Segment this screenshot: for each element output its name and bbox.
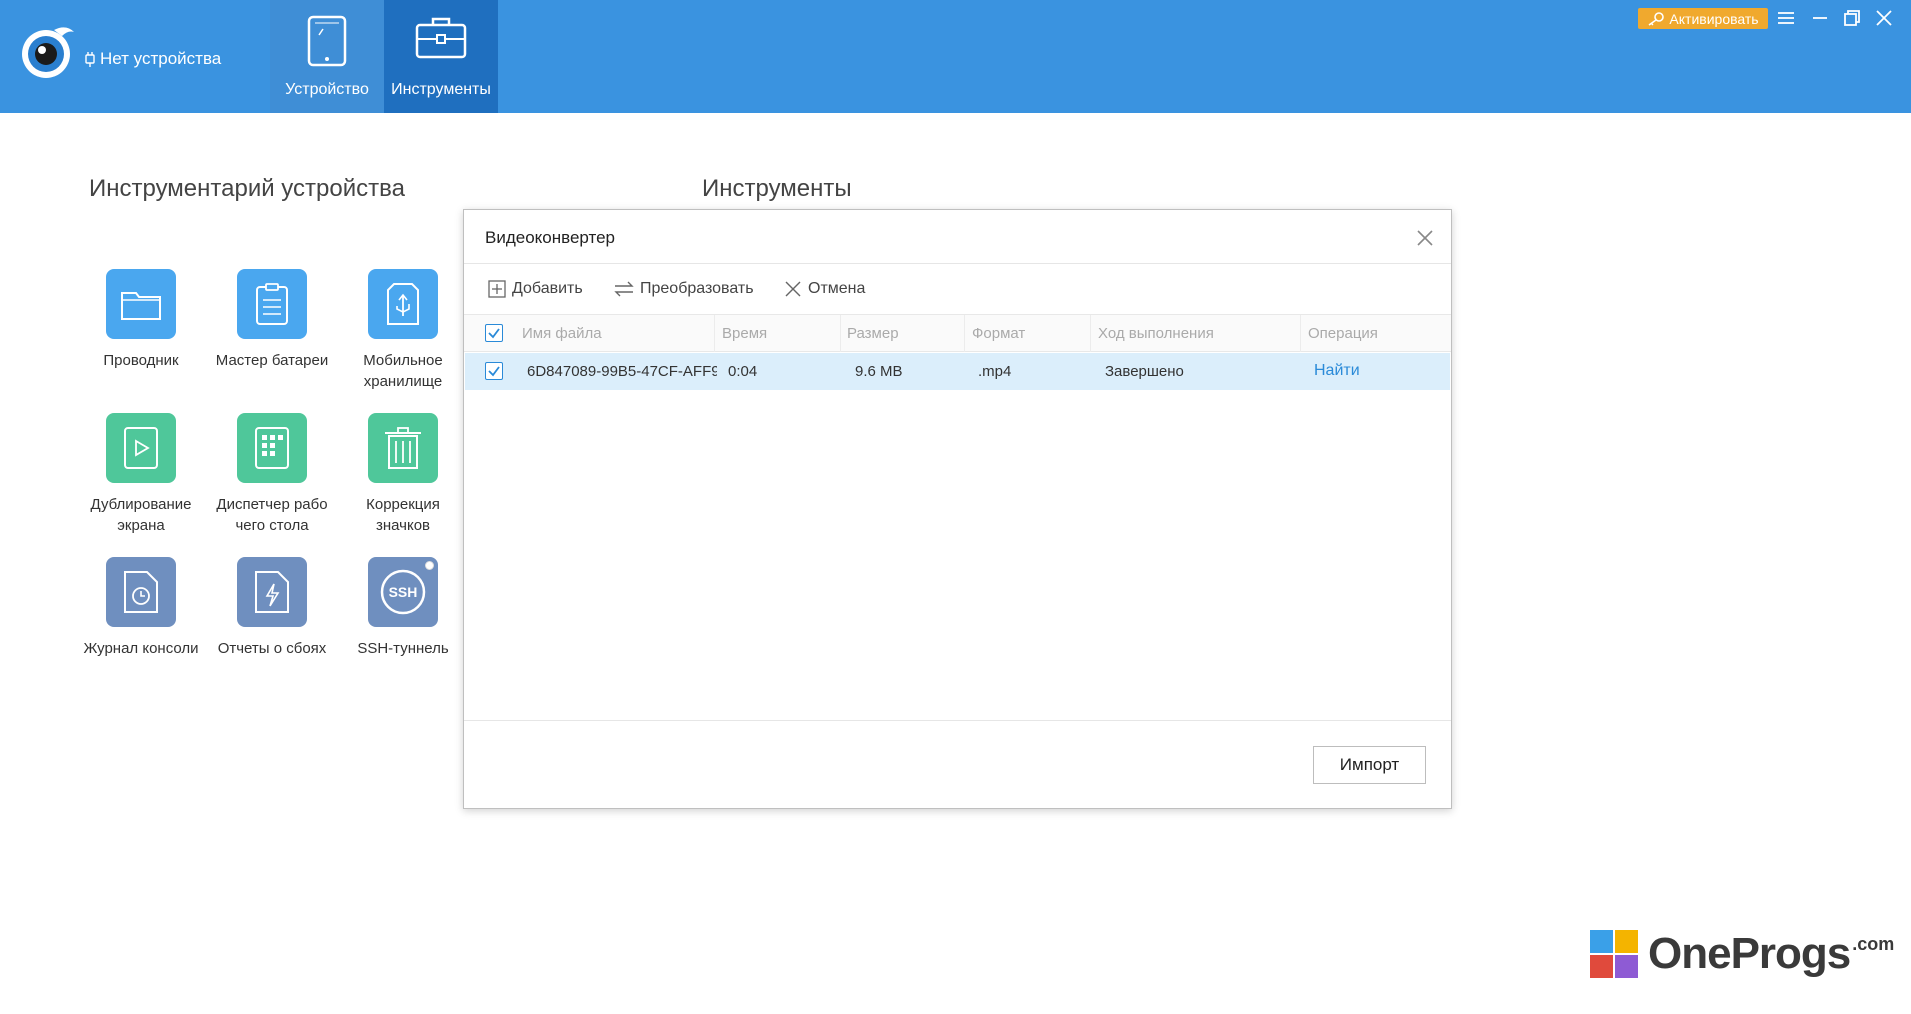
column-header[interactable]: Операция: [1308, 325, 1378, 342]
table-header: Имя файла Время Размер Формат Ход выполн…: [464, 314, 1451, 352]
ssh-icon: SSH: [368, 557, 438, 627]
tool-explorer[interactable]: Проводник: [76, 269, 206, 371]
checkmark-icon: [488, 366, 500, 377]
watermark-suffix: .com: [1852, 934, 1895, 954]
convert-button[interactable]: Преобразовать: [614, 280, 754, 298]
key-icon: [1648, 11, 1665, 26]
cell-format: .mp4: [978, 363, 1012, 380]
column-divider: [714, 315, 715, 352]
tool-console-log[interactable]: Журнал консоли: [76, 557, 206, 659]
cell-progress: Завершено: [1105, 363, 1184, 380]
app-logo-icon: [18, 22, 78, 82]
grid-icon: [237, 413, 307, 483]
cancel-button[interactable]: Отмена: [784, 280, 865, 298]
column-divider: [964, 315, 965, 352]
dialog-close-button[interactable]: [1415, 228, 1435, 248]
svg-text:SSH: SSH: [389, 584, 418, 600]
activate-label: Активировать: [1669, 10, 1759, 27]
tool-label: Дублирование экрана: [90, 496, 192, 534]
tool-desktop-manager[interactable]: Диспетчер рабо чего стола: [207, 413, 337, 536]
tab-device[interactable]: Устройство: [270, 0, 384, 113]
close-window-button[interactable]: [1872, 6, 1896, 30]
title-bar: Нет устройства Устройство Инструменты Ак…: [0, 0, 1911, 113]
tablet-icon: [307, 15, 347, 67]
tool-crash-reports[interactable]: Отчеты о сбоях: [207, 557, 337, 659]
column-divider: [1090, 315, 1091, 352]
tools-title: Инструменты: [702, 175, 852, 202]
restore-button[interactable]: [1840, 6, 1864, 30]
tool-mobile-storage[interactable]: Мобильное хранилище: [338, 269, 468, 392]
folder-icon: [106, 269, 176, 339]
cell-time: 0:04: [728, 363, 758, 380]
minimize-icon: [1813, 17, 1827, 19]
activate-button[interactable]: Активировать: [1638, 8, 1768, 29]
column-header[interactable]: Имя файла: [522, 325, 602, 342]
cell-filename: 6D847089-99B5-47CF-AFF9-: [527, 363, 717, 380]
tab-tools[interactable]: Инструменты: [384, 0, 498, 113]
clock-file-icon: [106, 557, 176, 627]
tool-label: Проводник: [103, 352, 179, 369]
tool-label: Журнал консоли: [83, 640, 199, 657]
select-all-checkbox[interactable]: [485, 324, 503, 342]
watermark-text: OneProgs: [1648, 929, 1851, 978]
tab-tools-label: Инструменты: [391, 81, 491, 98]
column-header[interactable]: Время: [722, 325, 767, 342]
trash-icon: [368, 413, 438, 483]
checkmark-icon: [488, 328, 500, 339]
column-header[interactable]: Размер: [847, 325, 899, 342]
divider: [464, 720, 1451, 721]
video-converter-dialog: Видеоконвертер Добавить Преобразовать От…: [463, 209, 1452, 809]
device-status-label: Нет устройства: [100, 49, 222, 68]
column-header[interactable]: Ход выполнения: [1098, 325, 1214, 342]
restore-icon: [1844, 10, 1860, 26]
usb-drive-icon: [368, 269, 438, 339]
menu-button[interactable]: [1774, 6, 1798, 30]
plus-icon: [488, 280, 506, 298]
tool-label: Мобильное хранилище: [363, 352, 443, 390]
tab-device-label: Устройство: [285, 81, 369, 98]
tool-label: Коррекция значков: [366, 496, 440, 534]
status-dot: [425, 561, 434, 570]
close-icon: [1417, 230, 1433, 246]
plug-icon: [85, 52, 95, 67]
find-link[interactable]: Найти: [1314, 362, 1360, 380]
device-toolkit-title: Инструментарий устройства: [89, 175, 405, 202]
tool-battery-master[interactable]: Мастер батареи: [207, 269, 337, 371]
tool-label: Диспетчер рабо чего стола: [216, 496, 328, 534]
convert-label: Преобразовать: [640, 280, 754, 297]
tool-icon-fix[interactable]: Коррекция значков: [338, 413, 468, 536]
row-checkbox[interactable]: [485, 362, 503, 380]
clipboard-icon: [237, 269, 307, 339]
tool-screen-mirror[interactable]: Дублирование экрана: [76, 413, 206, 536]
lightning-file-icon: [237, 557, 307, 627]
tool-label: SSH-туннель: [357, 640, 449, 657]
add-button[interactable]: Добавить: [488, 280, 583, 298]
minimize-button[interactable]: [1808, 6, 1832, 30]
tool-label: Отчеты о сбоях: [217, 640, 327, 657]
hamburger-icon: [1778, 12, 1794, 24]
column-divider: [840, 315, 841, 352]
import-button[interactable]: Импорт: [1313, 746, 1426, 784]
close-icon: [1876, 10, 1892, 26]
column-divider: [1300, 315, 1301, 352]
tool-label: Мастер батареи: [215, 352, 329, 369]
cancel-label: Отмена: [808, 280, 866, 297]
watermark: OneProgs .com: [1590, 930, 1894, 978]
device-status: Нет устройства: [85, 49, 221, 69]
table-row[interactable]: 6D847089-99B5-47CF-AFF9- 0:04 9.6 MB .mp…: [465, 353, 1450, 390]
dialog-title: Видеоконвертер: [485, 228, 616, 247]
cell-size: 9.6 MB: [855, 363, 903, 380]
x-icon: [785, 281, 801, 297]
toolbox-icon: [415, 17, 467, 59]
oneprogs-logo-icon: [1590, 930, 1638, 978]
column-header[interactable]: Формат: [972, 325, 1025, 342]
add-label: Добавить: [512, 280, 583, 297]
swap-arrows-icon: [614, 281, 634, 297]
dialog-toolbar: Добавить Преобразовать Отмена: [464, 264, 1451, 318]
play-icon: [106, 413, 176, 483]
tool-ssh-tunnel[interactable]: SSH SSH-туннель: [338, 557, 468, 659]
